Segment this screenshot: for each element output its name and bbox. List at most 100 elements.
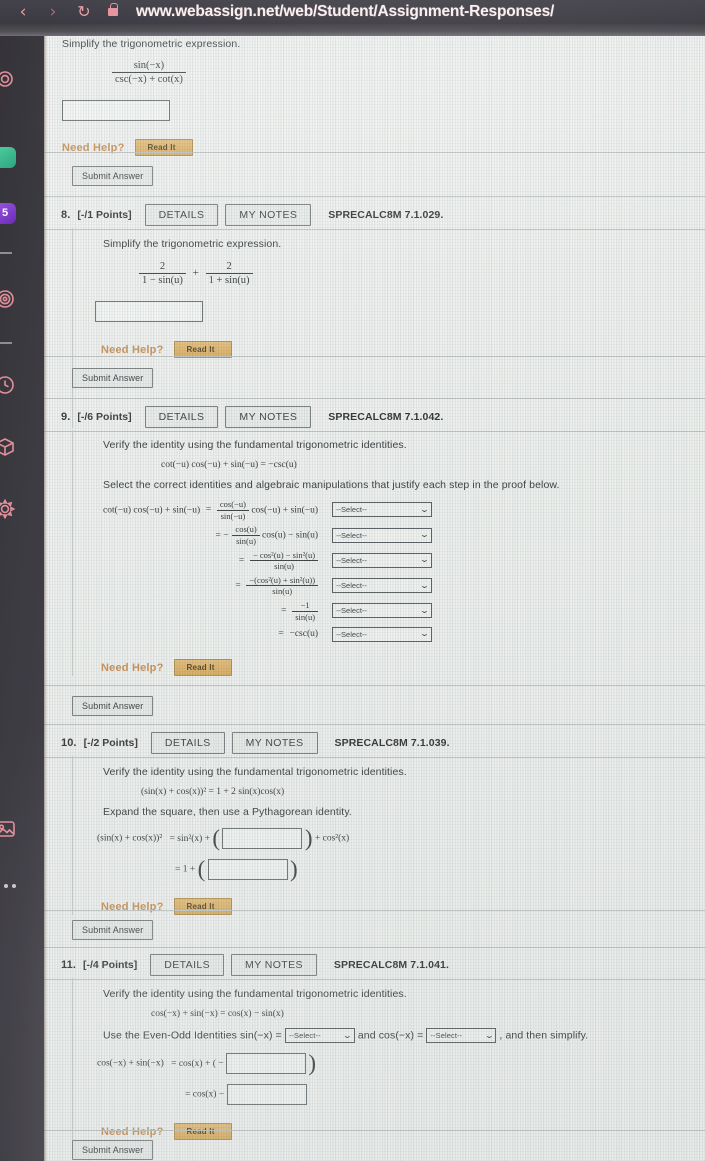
- read-it-button[interactable]: Read It: [173, 659, 232, 677]
- proof-select-cell: --Select-- ⌄: [332, 602, 705, 620]
- operator: +: [192, 267, 199, 280]
- back-icon[interactable]: ‹: [8, 3, 38, 21]
- sidebar-item-spiral-2[interactable]: [0, 286, 18, 312]
- step-fraction-denominator: sin(u): [249, 560, 319, 572]
- answer-input-1[interactable]: [222, 828, 303, 849]
- sidebar-overflow-menu[interactable]: [0, 884, 16, 888]
- chevron-down-icon: ⌄: [419, 504, 430, 514]
- url-bar[interactable]: www.webassign.net/web/Student/Assignment…: [136, 3, 554, 21]
- step-fraction-denominator: sin(u): [246, 585, 319, 597]
- select-value: --Select--: [336, 505, 367, 515]
- details-button[interactable]: DETAILS: [150, 732, 225, 754]
- my-notes-button[interactable]: MY NOTES: [225, 204, 312, 226]
- read-it-button[interactable]: Read It: [134, 139, 193, 157]
- step-equals: =: [278, 629, 284, 640]
- submit-row: Submit Answer: [44, 696, 154, 716]
- rail-divider-2: [0, 342, 12, 344]
- even-odd-select-cos[interactable]: --Select-- ⌄: [426, 1028, 497, 1043]
- answer-input[interactable]: [95, 301, 203, 323]
- question-points: [-/4 Points]: [83, 959, 138, 971]
- question-points: [-/2 Points]: [83, 737, 138, 749]
- read-it-button[interactable]: Read It: [173, 898, 232, 915]
- expr-numerator: sin(−x): [133, 60, 165, 71]
- step-fraction-denominator: sin(−u): [216, 509, 249, 522]
- step-select-1[interactable]: --Select-- ⌄: [332, 502, 433, 518]
- my-notes-button[interactable]: MY NOTES: [231, 954, 317, 976]
- answer-input-2[interactable]: [207, 859, 288, 880]
- select-value: --Select--: [336, 581, 367, 591]
- answer-input-2[interactable]: [226, 1084, 307, 1105]
- step-select-5[interactable]: --Select-- ⌄: [332, 603, 433, 619]
- open-paren: (: [197, 856, 206, 882]
- spiral-icon: [0, 71, 13, 87]
- line1-left: cos(−x) + sin(−x): [97, 1058, 164, 1069]
- question-9-header: 9. [-/6 Points] DETAILS MY NOTES SPRECAL…: [44, 404, 705, 430]
- question-points: [-/1 Points]: [77, 209, 132, 221]
- step-fraction-numerator: − cos²(u) − sin²(u): [252, 549, 316, 560]
- details-button[interactable]: DETAILS: [144, 406, 219, 428]
- term2-numerator: 2: [226, 261, 232, 272]
- chevron-down-icon: ⌄: [419, 530, 430, 540]
- chevron-down-icon: ⌄: [419, 605, 430, 615]
- reload-icon[interactable]: ↻: [68, 4, 100, 20]
- need-help-row: Need Help? Read It: [101, 898, 705, 915]
- work-line-1: cos(−x) + sin(−x) = cos(x) + ( − ): [97, 1051, 705, 1074]
- submit-answer-button[interactable]: Submit Answer: [72, 1140, 154, 1160]
- question-identity: (sin(x) + cos(x))² = 1 + 2 sin(x)cos(x): [141, 787, 285, 797]
- answer-input-1[interactable]: [225, 1053, 306, 1074]
- question-prompt: Simplify the trigonometric expression.: [62, 38, 241, 50]
- submit-answer-button[interactable]: Submit Answer: [72, 368, 154, 388]
- question-10-header: 10. [-/2 Points] DETAILS MY NOTES SPRECA…: [44, 730, 705, 756]
- question-instruction: Expand the square, then use a Pythagorea…: [103, 806, 352, 818]
- question-instruction: Select the correct identities and algebr…: [103, 479, 560, 491]
- sidebar-item-purple-app[interactable]: 5: [0, 200, 18, 226]
- my-notes-button[interactable]: MY NOTES: [231, 732, 318, 754]
- sidebar-item-packages[interactable]: [0, 434, 18, 460]
- answer-input[interactable]: [62, 100, 170, 122]
- sidebar-item-settings[interactable]: [0, 496, 18, 522]
- question-prompt: Simplify the trigonometric expression.: [103, 238, 282, 250]
- question-code: SPRECALC8M 7.1.029.: [328, 209, 444, 221]
- step-left: cot(−u) cos(−u) + sin(−u): [103, 505, 201, 516]
- step-select-3[interactable]: --Select-- ⌄: [332, 552, 433, 568]
- submit-answer-button[interactable]: Submit Answer: [72, 696, 154, 716]
- need-help-label: Need Help?: [101, 661, 164, 674]
- question-instruction: Use the Even-Odd Identities sin(−x) = --…: [103, 1028, 705, 1043]
- browser-toolbar: ‹ › ↻ www.webassign.net/web/Student/Assi…: [0, 0, 705, 24]
- even-odd-select-sin[interactable]: --Select-- ⌄: [284, 1028, 355, 1043]
- question-prompt: Verify the identity using the fundamenta…: [103, 766, 407, 778]
- proof-steps: cot(−u) cos(−u) + sin(−u) = cos(−u) sin(…: [103, 499, 705, 643]
- sidebar-item-history[interactable]: [0, 372, 18, 398]
- question-10: 10. [-/2 Points] DETAILS MY NOTES SPRECA…: [44, 730, 705, 915]
- step-select-6[interactable]: --Select-- ⌄: [332, 626, 433, 642]
- divider: [44, 152, 705, 153]
- sidebar-item-photos[interactable]: [0, 816, 18, 842]
- need-help-row: Need Help? Read It: [101, 659, 705, 677]
- step-fraction-numerator: −1: [300, 600, 310, 610]
- step-select-4[interactable]: --Select-- ⌄: [332, 578, 433, 594]
- toolbar-shadow: [0, 24, 705, 36]
- divider: [44, 724, 705, 725]
- question-number: 9.: [61, 411, 71, 423]
- question-8-header: 8. [-/1 Points] DETAILS MY NOTES SPRECAL…: [44, 202, 705, 228]
- question-9: 9. [-/6 Points] DETAILS MY NOTES SPRECAL…: [44, 404, 705, 677]
- chevron-down-icon: ⌄: [419, 580, 430, 590]
- submit-answer-button[interactable]: Submit Answer: [72, 920, 154, 940]
- details-button[interactable]: DETAILS: [144, 204, 219, 226]
- submit-answer-button[interactable]: Submit Answer: [72, 166, 154, 186]
- spiral-icon: [0, 290, 14, 308]
- proof-step-row: cot(−u) cos(−u) + sin(−u) = cos(−u) sin(…: [103, 499, 332, 521]
- my-notes-button[interactable]: MY NOTES: [225, 406, 312, 428]
- line1-mid: = sin²(x) +: [169, 833, 211, 844]
- term1-denominator: 1 − sin(u): [139, 273, 186, 287]
- select-value: --Select--: [430, 1031, 463, 1040]
- forward-icon[interactable]: ›: [38, 3, 68, 21]
- line1-mid: = cos(x) + ( −: [171, 1058, 224, 1069]
- read-it-button[interactable]: Read It: [173, 1123, 232, 1140]
- sidebar-item-spiral[interactable]: [0, 66, 18, 92]
- step-equals: = −: [215, 530, 229, 541]
- step-select-2[interactable]: --Select-- ⌄: [332, 527, 433, 543]
- question-prompt: Verify the identity using the fundamenta…: [103, 439, 407, 451]
- details-button[interactable]: DETAILS: [150, 954, 225, 976]
- sidebar-item-green-app[interactable]: [0, 144, 18, 170]
